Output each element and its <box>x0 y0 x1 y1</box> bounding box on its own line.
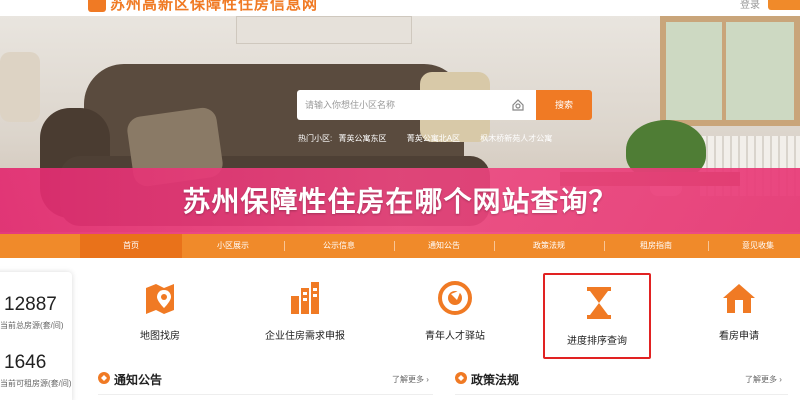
site-logo-icon[interactable] <box>88 0 106 12</box>
wall-decoration <box>236 16 412 44</box>
feature-label: 进度排序查询 <box>567 336 627 347</box>
nav-item-home[interactable]: 首页 <box>80 234 182 258</box>
banner-title: 苏州保障性住房在哪个网站查询？ <box>182 186 618 217</box>
feature-label: 企业住房需求申报 <box>265 331 345 342</box>
feature-progress-query[interactable]: 进度排序查询 <box>543 273 651 359</box>
register-button[interactable] <box>768 0 800 10</box>
feature-map-search[interactable]: 地图找房 <box>95 270 225 356</box>
hot-label: 热门小区: <box>298 134 333 143</box>
map-pin-icon <box>146 284 174 314</box>
nav-item-notices[interactable]: 通知公告 <box>394 234 494 258</box>
search-bar <box>297 90 536 120</box>
main-nav: 首页 小区展示 公示信息 通知公告 政策法规 租房指南 意见收集 <box>0 234 800 258</box>
available-listings-value: 1646 <box>4 352 47 373</box>
feature-label: 地图找房 <box>140 331 180 342</box>
feature-youth-station[interactable]: 青年人才驿站 <box>390 270 520 356</box>
window-image <box>660 16 800 126</box>
lamp-image <box>0 52 40 122</box>
top-header: 苏州高新区保障性住房信息网 登录 <box>0 0 800 16</box>
notice-section-title: 通知公告 <box>114 373 163 387</box>
available-listings-label: 当前可租房源(套/间) <box>0 379 72 388</box>
feature-label: 看房申请 <box>719 331 759 342</box>
notice-more-link[interactable]: 了解更多 › <box>392 374 429 385</box>
nav-item-communities[interactable]: 小区展示 <box>182 234 284 258</box>
site-name[interactable]: 苏州高新区保障性住房信息网 <box>110 0 318 14</box>
nav-item-feedback[interactable]: 意见收集 <box>708 234 800 258</box>
location-icon[interactable] <box>511 98 525 112</box>
total-listings-value: 12887 <box>4 294 57 315</box>
policy-more-link[interactable]: 了解更多 › <box>745 374 782 385</box>
stats-panel: 12887 当前总房源(套/间) 1646 当前可租房源(套/间) <box>0 272 72 400</box>
building-chart-icon <box>291 282 319 314</box>
nav-item-public-info[interactable]: 公示信息 <box>284 234 394 258</box>
policy-section-icon <box>455 372 467 384</box>
hot-community-link[interactable]: 枫木桥新苑人才公寓 <box>480 134 552 143</box>
target-bird-icon <box>438 281 472 315</box>
feature-label: 青年人才驿站 <box>425 331 485 342</box>
login-link[interactable]: 登录 <box>740 0 760 11</box>
house-icon <box>723 284 755 313</box>
feature-enterprise-housing[interactable]: 企业住房需求申报 <box>240 270 370 356</box>
nav-item-policy[interactable]: 政策法规 <box>494 234 604 258</box>
nav-item-rental-guide[interactable]: 租房指南 <box>604 234 708 258</box>
policy-section-title: 政策法规 <box>471 373 520 387</box>
total-listings-label: 当前总房源(套/间) <box>0 321 64 330</box>
hot-communities: 热门小区: 菁英公寓东区 菁英公寓北A区 枫木桥新苑人才公寓 <box>298 133 570 144</box>
hourglass-icon <box>587 287 611 319</box>
hot-community-link[interactable]: 菁英公寓东区 <box>338 134 386 143</box>
notice-section-icon <box>98 372 110 384</box>
search-input[interactable] <box>305 90 505 120</box>
hot-community-link[interactable]: 菁英公寓北A区 <box>407 134 460 143</box>
feature-viewing-request[interactable]: 看房申请 <box>674 270 800 356</box>
search-button[interactable]: 搜索 <box>536 90 592 120</box>
